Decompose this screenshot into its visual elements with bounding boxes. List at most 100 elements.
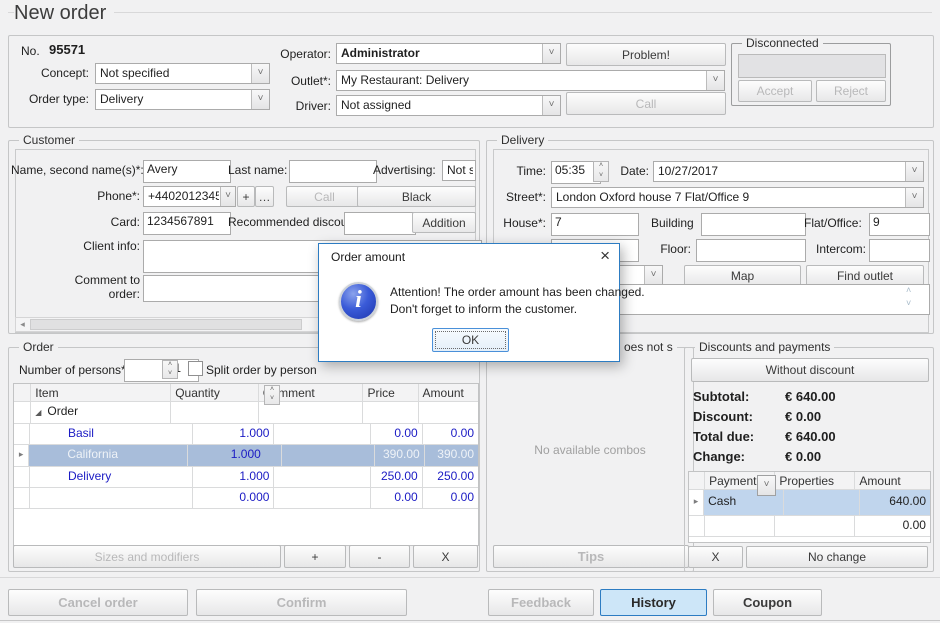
clear-payment-button[interactable]: X (688, 546, 743, 568)
intercom-label: Intercom: (806, 242, 866, 256)
chevron-down-icon[interactable]: ˅ (757, 475, 776, 496)
quantity-spinner[interactable]: ˄ ˅ (264, 385, 280, 405)
column-header-amount[interactable]: Amount (855, 472, 930, 489)
date-combo[interactable]: 10/27/2017 ˅ (653, 161, 924, 182)
flat-office-label: Flat/Office: (804, 216, 862, 230)
payment-row-selected[interactable]: ▸ Cash ˅ 640.00 (689, 490, 930, 516)
spinner-up-icon[interactable]: ˄ (594, 162, 608, 172)
item-price: 0.00 (371, 488, 422, 508)
remove-item-button[interactable]: - (349, 545, 410, 568)
concept-combo[interactable]: Not specified ˅ (95, 63, 270, 84)
spinner-down-icon[interactable]: ˅ (265, 395, 279, 404)
ok-button[interactable]: OK (432, 328, 509, 352)
scroll-down-icon[interactable]: ˅ (906, 299, 911, 308)
payment-amount[interactable]: 0.00 (855, 516, 930, 536)
item-quantity-editor[interactable]: 1.000 (188, 445, 282, 466)
column-header-item[interactable]: Item (31, 384, 171, 401)
problem-button[interactable]: Problem! (566, 43, 726, 66)
discount-value: € 0.00 (785, 410, 821, 424)
chevron-down-icon[interactable]: ˅ (644, 266, 662, 285)
split-order-label: Split order by person (206, 363, 317, 377)
chevron-down-icon[interactable]: ˅ (220, 187, 235, 206)
intercom-field[interactable] (869, 239, 930, 262)
spinner-down-icon[interactable]: ˅ (594, 172, 608, 182)
spinner-up-icon[interactable]: ˄ (163, 361, 177, 370)
split-order-checkbox[interactable] (188, 361, 203, 376)
chevron-down-icon[interactable]: ˅ (905, 188, 923, 207)
payment-properties[interactable] (775, 516, 855, 536)
advertising-combo[interactable]: Not specified (442, 160, 476, 181)
outlet-combo[interactable]: My Restaurant: Delivery ˅ (336, 70, 725, 91)
call-customer-button: Call (286, 186, 363, 207)
column-header-price[interactable]: Price (363, 384, 418, 401)
scroll-up-icon[interactable]: ˄ (906, 286, 911, 295)
phone-combo[interactable]: +4402012345675 ˅ (143, 186, 236, 207)
add-item-button[interactable]: + (284, 545, 346, 568)
house-field[interactable]: 7 (551, 213, 639, 236)
chevron-down-icon[interactable]: ˅ (251, 64, 269, 83)
card-label: Card: (11, 215, 140, 229)
coupon-button[interactable]: Coupon (713, 589, 822, 616)
total-due-value: € 640.00 (785, 430, 836, 444)
column-header-quantity[interactable]: Quantity (171, 384, 259, 401)
payment-row[interactable]: 0.00 (689, 516, 930, 537)
blacklist-button[interactable]: Black (357, 186, 476, 207)
item-name[interactable] (30, 488, 193, 508)
last-name-field[interactable] (289, 160, 377, 183)
column-header-amount[interactable]: Amount (419, 384, 478, 401)
add-phone-button[interactable]: + (237, 186, 255, 207)
time-spinner[interactable]: ˄ ˅ (593, 161, 609, 182)
spinner-down-icon[interactable]: ˅ (163, 370, 177, 379)
item-quantity[interactable]: 0.000 (193, 488, 274, 508)
item-comment[interactable] (274, 467, 371, 487)
chevron-down-icon[interactable]: ˅ (251, 90, 269, 109)
item-quantity[interactable]: 1.000 (193, 467, 274, 487)
chevron-down-icon[interactable]: ˅ (542, 96, 560, 115)
driver-combo[interactable]: Not assigned ˅ (336, 95, 561, 116)
order-type-label: Order type: (19, 92, 89, 106)
advertising-label: Advertising: (373, 163, 436, 177)
phone-options-button[interactable]: … (255, 186, 274, 207)
item-name[interactable]: Delivery (30, 467, 193, 487)
without-discount-button[interactable]: Without discount (691, 358, 929, 382)
spinner-up-icon[interactable]: ˄ (265, 386, 279, 395)
order-item-row[interactable]: Delivery 1.000 250.00 250.00 (14, 467, 478, 488)
chevron-down-icon[interactable]: ˅ (542, 44, 560, 63)
no-change-button[interactable]: No change (746, 546, 928, 568)
order-type-combo[interactable]: Delivery ˅ (95, 89, 270, 110)
payment-amount[interactable]: 640.00 (860, 490, 930, 515)
flat-office-field[interactable]: 9 (869, 213, 930, 236)
item-name[interactable]: California (29, 445, 187, 466)
item-name[interactable]: Basil (30, 424, 193, 444)
close-icon[interactable]: × (600, 246, 610, 266)
customer-name-field[interactable]: Avery (143, 160, 231, 183)
delete-item-button[interactable]: X (413, 545, 478, 568)
building-field[interactable] (701, 213, 806, 236)
persons-spinner[interactable]: ˄ ˅ (162, 360, 178, 379)
scrollbar-thumb[interactable] (30, 319, 302, 330)
order-group-row[interactable]: ◢Order (14, 402, 478, 424)
expander-icon[interactable]: ◢ (35, 408, 41, 417)
driver-label: Driver: (276, 99, 331, 113)
column-header-properties[interactable]: Properties (775, 472, 855, 489)
payment-type[interactable] (705, 516, 775, 536)
chevron-down-icon[interactable]: ˅ (706, 71, 724, 90)
card-field[interactable]: 1234567891 (143, 212, 231, 235)
order-header-panel: No. 95571 Concept: Not specified ˅ Order… (8, 35, 934, 128)
chevron-down-icon[interactable]: ˅ (905, 162, 923, 181)
building-label: Building (651, 216, 694, 230)
additional-button[interactable]: Addition (412, 212, 476, 233)
scroll-left-icon[interactable]: ◂ (16, 318, 29, 331)
item-quantity[interactable]: 1.000 (193, 424, 274, 444)
order-item-row[interactable]: Basil 1.000 0.00 0.00 (14, 424, 478, 445)
item-price: 390.00 (375, 445, 425, 466)
floor-field[interactable] (696, 239, 806, 262)
payment-properties[interactable] (784, 490, 859, 515)
history-button[interactable]: History (600, 589, 707, 616)
operator-combo[interactable]: Administrator ˅ (336, 43, 561, 64)
item-comment[interactable] (274, 488, 371, 508)
order-item-row[interactable]: 0.000 0.00 0.00 (14, 488, 478, 509)
item-comment[interactable] (274, 424, 371, 444)
order-item-row-selected[interactable]: ▸ California 1.000 ˄ ˅ 390.00 390.00 (14, 445, 478, 467)
street-combo[interactable]: London Oxford house 7 Flat/Office 9 ˅ (551, 187, 924, 208)
